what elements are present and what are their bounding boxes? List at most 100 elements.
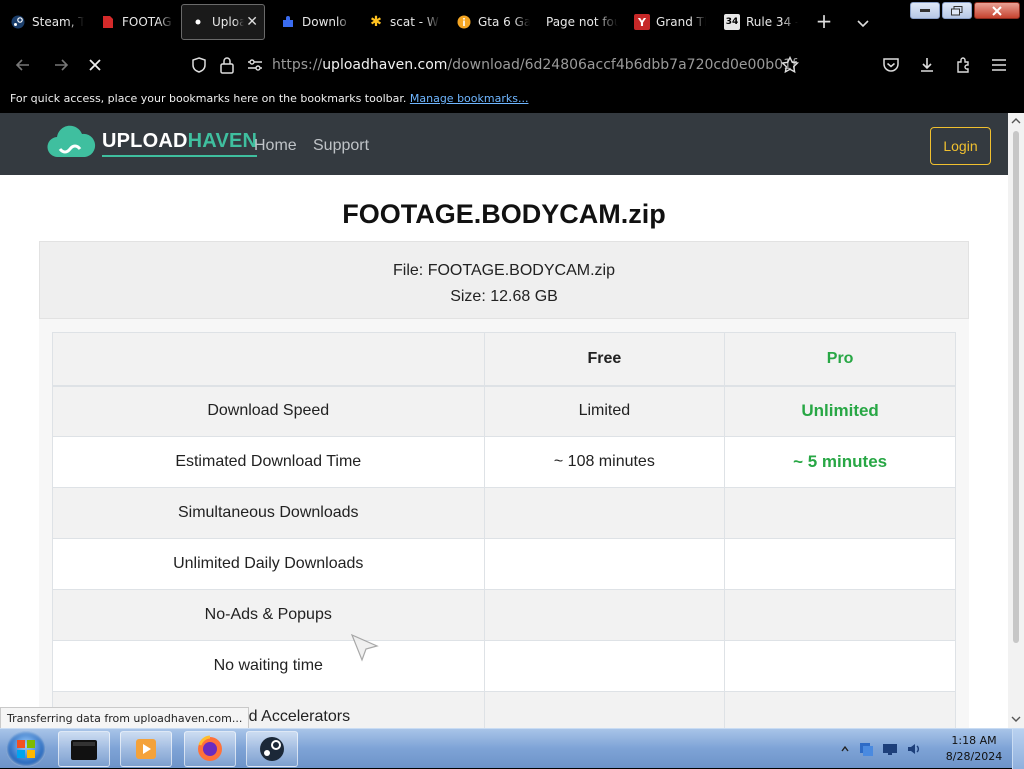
close-window-button[interactable] (974, 2, 1020, 19)
tab-steam[interactable]: Steam, T (2, 4, 84, 40)
manage-bookmarks-link[interactable]: Manage bookmarks... (410, 92, 529, 105)
tab-label: Steam, T (32, 15, 84, 29)
dot-icon (190, 14, 206, 30)
nav-home[interactable]: Home (254, 137, 297, 155)
login-button[interactable]: Login (930, 127, 991, 165)
site-logo[interactable]: UPLOADHAVEN (46, 123, 258, 163)
tab-grand-theft[interactable]: Y Grand Th (626, 4, 706, 40)
pro-cell (724, 589, 956, 641)
pro-cell (724, 691, 956, 728)
address-bar[interactable]: https://uploadhaven.com/download/6d24806… (272, 57, 797, 73)
file-size: Size: 12.68 GB (450, 288, 558, 305)
r34-icon: 34 (724, 14, 740, 30)
tab-download[interactable]: Downlo (272, 4, 352, 40)
feature-cell: Estimated Download Time (52, 436, 485, 488)
show-desktop-button[interactable] (1012, 729, 1024, 769)
menu-hamburger-icon[interactable] (986, 52, 1012, 78)
media-player-icon (136, 739, 156, 759)
pro-cell (724, 487, 956, 539)
mouse-cursor-icon (351, 634, 379, 662)
table-row: Simultaneous Downloads (52, 487, 956, 539)
status-panel: Transferring data from uploadhaven.com..… (0, 707, 250, 729)
free-cell (483, 691, 726, 728)
pro-header: Pro (724, 332, 956, 387)
tab-uploadhaven[interactable]: Uploa ✕ (181, 4, 265, 40)
tab-rule34[interactable]: 34 Rule 34 - (716, 4, 798, 40)
downloads-icon[interactable] (914, 52, 940, 78)
volume-icon[interactable] (906, 741, 922, 757)
tab-page-not-found[interactable]: Page not fou (538, 4, 618, 40)
list-all-tabs-button[interactable] (852, 12, 874, 34)
plan-comparison-table: Free Pro Download Speed Limited Unlimite… (52, 332, 956, 728)
table-header (52, 332, 485, 387)
network-icon[interactable] (858, 741, 874, 757)
tab-label: Gta 6 Ga (478, 15, 530, 29)
bookmark-star-icon[interactable] (777, 52, 803, 78)
steam-icon (10, 14, 26, 30)
close-tab-icon[interactable]: ✕ (246, 14, 258, 30)
table-header-row: Free Pro (52, 332, 956, 387)
url-scheme: https:// (272, 57, 323, 73)
scrollbar-thumb[interactable] (1013, 131, 1019, 643)
extensions-icon[interactable] (951, 52, 977, 78)
pocket-icon[interactable] (878, 52, 904, 78)
page-scrollbar[interactable] (1008, 113, 1024, 728)
scroll-down-icon[interactable] (1011, 715, 1021, 723)
taskbar-clock[interactable]: 1:18 AM 8/28/2024 (944, 733, 1004, 765)
pro-cell (724, 538, 956, 590)
taskbar-app-firefox[interactable] (184, 731, 236, 767)
feature-cell: Simultaneous Downloads (52, 487, 485, 539)
clock-time: 1:18 AM (951, 734, 997, 747)
tab-walmart[interactable]: ✱ scat - W (360, 4, 440, 40)
site-header: UPLOADHAVEN Home Support Login (0, 113, 1008, 175)
firefox-icon (198, 735, 222, 761)
table-row: No-Ads & Popups (52, 589, 956, 641)
tab-label: Grand Th (656, 15, 706, 29)
feature-cell: No-Ads & Popups (52, 589, 485, 641)
back-button[interactable] (10, 52, 36, 78)
tab-label: Downlo (302, 15, 347, 29)
system-tray (840, 729, 922, 769)
action-center-icon[interactable] (882, 741, 898, 757)
start-button[interactable] (6, 731, 46, 767)
tab-label: scat - W (390, 15, 439, 29)
file-info: File: FOOTAGE.BODYCAM.zip Size: 12.68 GB (39, 241, 969, 319)
scroll-up-icon[interactable] (1011, 117, 1021, 125)
taskbar-app-steam[interactable] (246, 731, 298, 767)
bookmarks-toolbar: For quick access, place your bookmarks h… (0, 86, 1024, 113)
page-content: UPLOADHAVEN Home Support Login FOOTAGE.B… (0, 113, 1008, 728)
lock-icon[interactable] (214, 52, 240, 78)
tracking-protection-icon[interactable] (186, 52, 212, 78)
pro-cell: ~ 5 minutes (724, 436, 956, 488)
taskbar-app-explorer[interactable] (58, 731, 110, 767)
table-row: No waiting time (52, 640, 956, 692)
file-title: FOOTAGE.BODYCAM.zip (342, 199, 666, 229)
minimize-button[interactable] (910, 2, 940, 19)
nav-support[interactable]: Support (313, 137, 369, 155)
restore-button[interactable] (942, 2, 972, 19)
tab-label: FOOTAG (122, 15, 172, 29)
free-cell (483, 589, 726, 641)
free-cell: Limited (483, 385, 726, 437)
tab-footage[interactable]: FOOTAG (92, 4, 174, 40)
taskbar-app-media[interactable] (120, 731, 172, 767)
forward-button[interactable] (48, 52, 74, 78)
logo-text: UPLOADHAVEN (102, 130, 258, 157)
tab-gta6[interactable]: Gta 6 Ga (448, 4, 530, 40)
puzzle-icon (280, 14, 296, 30)
tab-label: Page not fou (546, 15, 618, 29)
url-path: /download/6d24806accf4b6dbb7a720cd0e00b0… (447, 57, 797, 73)
steam-icon (260, 737, 284, 761)
table-row: Download Speed Limited Unlimited (52, 385, 956, 437)
table-row: Estimated Download Time ~ 108 minutes ~ … (52, 436, 956, 488)
permissions-icon[interactable] (242, 52, 268, 78)
show-hidden-icons-icon[interactable] (840, 744, 850, 754)
y-icon: Y (634, 14, 650, 30)
free-header: Free (483, 332, 726, 387)
free-cell (483, 640, 726, 692)
navigation-toolbar: https://uploadhaven.com/download/6d24806… (0, 44, 1024, 86)
stop-loading-button[interactable] (82, 52, 108, 78)
new-tab-button[interactable]: + (812, 10, 836, 34)
tab-strip: Steam, T FOOTAG Uploa ✕ Downlo ✱ scat - … (0, 0, 1024, 44)
taskbar: 1:18 AM 8/28/2024 (0, 728, 1024, 769)
